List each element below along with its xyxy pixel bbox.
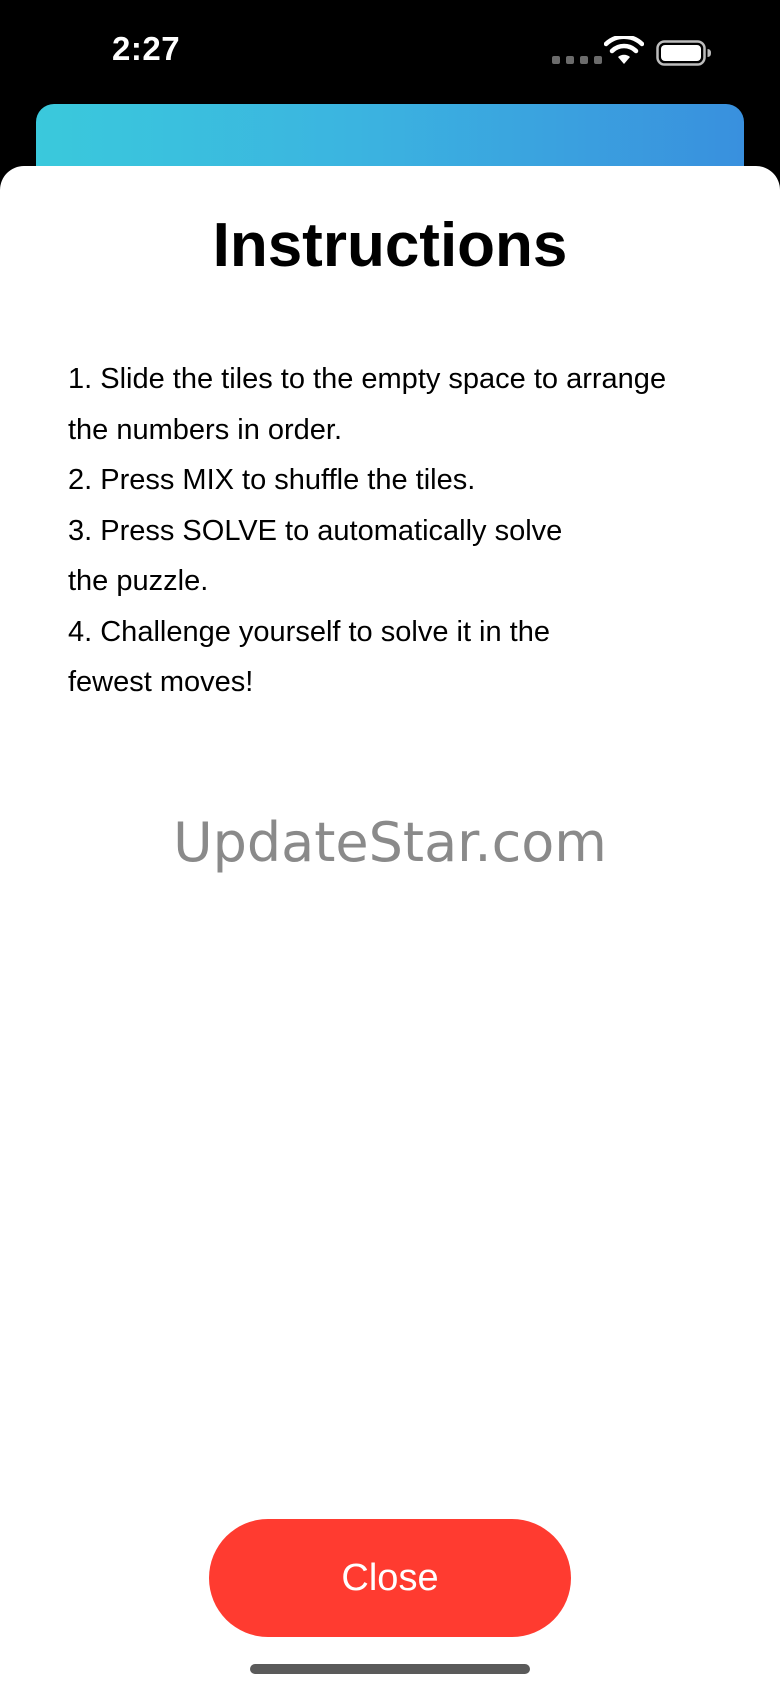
- instructions-sheet: Instructions 1. Slide the tiles to the e…: [0, 166, 780, 1688]
- home-indicator[interactable]: [250, 1664, 530, 1674]
- status-bar: 2:27: [0, 0, 780, 100]
- instructions-text: 1. Slide the tiles to the empty space to…: [68, 363, 667, 698]
- status-time: 2:27: [112, 30, 181, 67]
- signal-dots-icon: [552, 56, 602, 64]
- battery-icon: [656, 40, 711, 66]
- wifi-icon: [604, 36, 644, 64]
- close-button[interactable]: Close: [209, 1519, 571, 1637]
- screen: 2:27 Instructions 1. Slide the tiles to …: [0, 0, 780, 1688]
- sheet-title: Instructions: [212, 211, 568, 280]
- watermark: UpdateStar.com: [173, 811, 607, 874]
